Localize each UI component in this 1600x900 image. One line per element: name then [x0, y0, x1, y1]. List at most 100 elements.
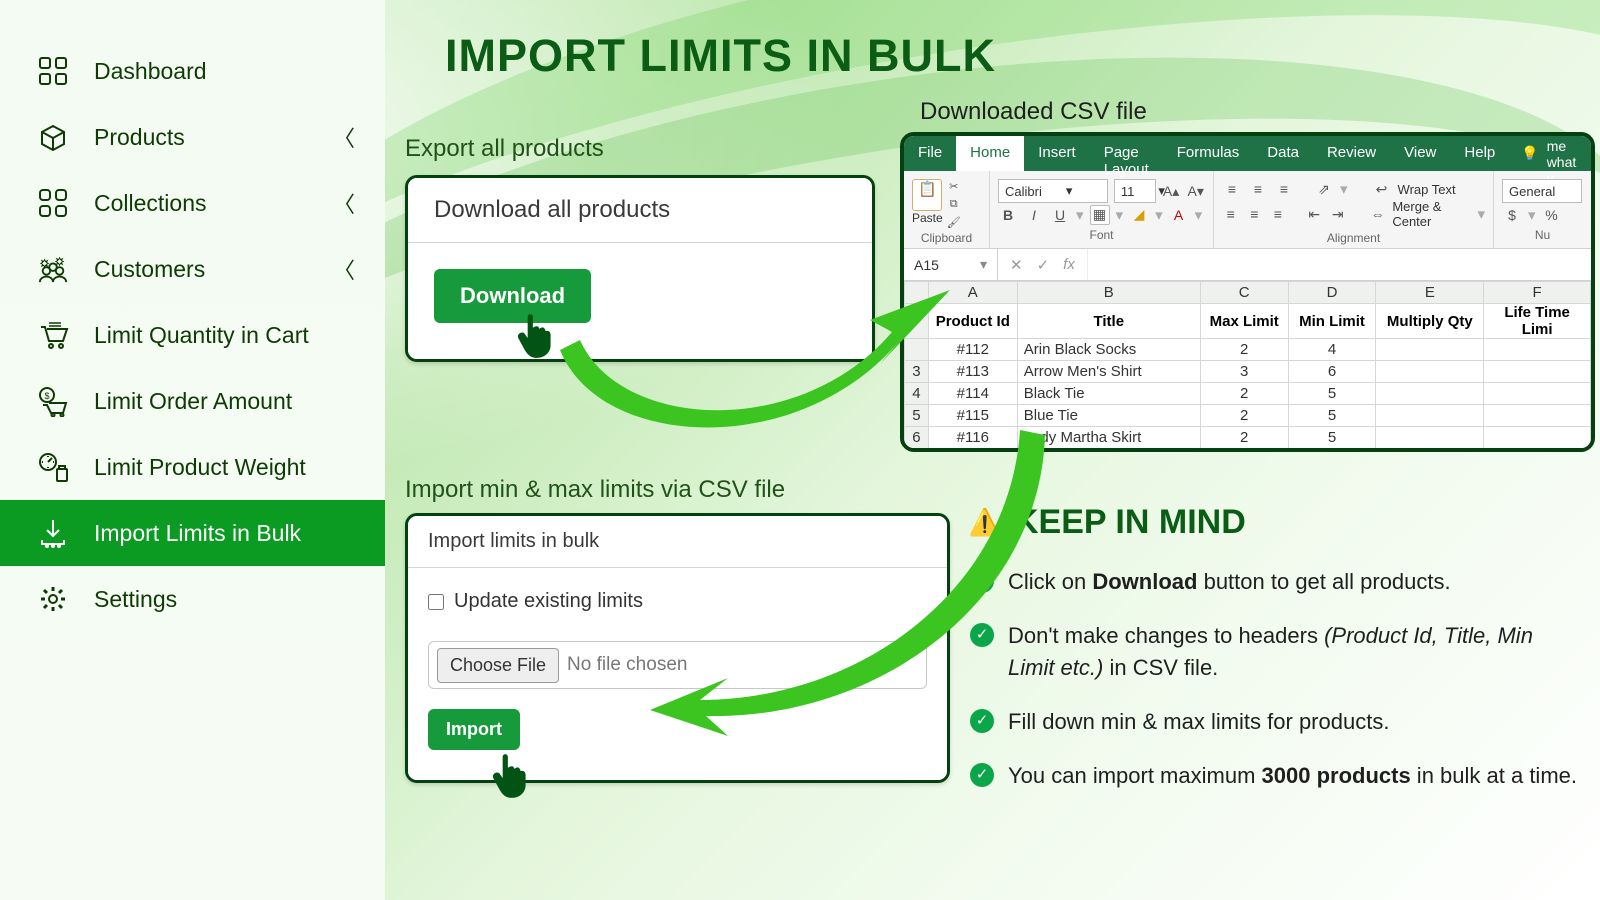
fx-icon[interactable]: fx [1063, 256, 1075, 273]
keep-in-mind-item: ✓You can import maximum 3000 products in… [970, 760, 1580, 792]
col-header[interactable]: F [1484, 282, 1591, 304]
keep-in-mind: ⚠️ KEEP IN MIND ✓Click on Download butto… [970, 503, 1580, 791]
cancel-formula-icon[interactable]: ✕ [1010, 256, 1023, 274]
keep-in-mind-item: ✓Fill down min & max limits for products… [970, 706, 1580, 738]
underline-icon[interactable]: U [1050, 205, 1070, 225]
dashboard-icon [34, 52, 72, 90]
import-button[interactable]: Import [428, 709, 520, 750]
table-header-cell[interactable]: Multiply Qty [1376, 304, 1484, 339]
col-header[interactable]: C [1200, 282, 1288, 304]
excel-caption: Downloaded CSV file [920, 98, 1147, 126]
export-section-label: Export all products [405, 135, 604, 163]
chevron-left-icon: 〈 [333, 121, 355, 153]
customers-icon [34, 250, 72, 288]
currency-icon[interactable]: $ [1502, 205, 1522, 225]
lightbulb-icon: 💡 [1521, 145, 1538, 162]
decrease-font-icon[interactable]: A▾ [1186, 181, 1205, 201]
excel-tab-formulas[interactable]: Formulas [1163, 136, 1254, 171]
sidebar: Dashboard Products 〈 Collections 〈 Customers〈… [0, 0, 385, 900]
sidebar-item-label: Limit Product Weight [94, 454, 306, 481]
excel-tab-view[interactable]: View [1390, 136, 1450, 171]
excel-ribbon-tabs: FileHomeInsertPage LayoutFormulasDataRev… [904, 136, 1591, 171]
sidebar-item-collections[interactable]: Collections 〈 [0, 170, 385, 236]
sidebar-item-label: Dashboard [94, 58, 207, 85]
arrow-excel-to-import [650, 420, 1050, 745]
cursor-hand-icon [490, 750, 532, 805]
table-row: 3#113Arrow Men's Shirt36 [905, 361, 1591, 383]
fill-color-icon[interactable]: ◢ [1129, 205, 1149, 225]
bold-icon[interactable]: B [998, 205, 1018, 225]
sidebar-item-label: Products [94, 124, 185, 151]
sidebar-item-label: Import Limits in Bulk [94, 520, 301, 547]
copy-icon[interactable]: ⧉ [947, 197, 961, 211]
excel-tab-data[interactable]: Data [1253, 136, 1313, 171]
export-card-title: Download all products [408, 178, 872, 243]
orientation-icon[interactable]: ⇗ [1314, 179, 1334, 199]
format-painter-icon[interactable]: 🖌 [947, 215, 961, 229]
choose-file-button[interactable]: Choose File [437, 648, 559, 683]
font-color-icon[interactable]: A [1169, 205, 1189, 225]
align-top-icon[interactable]: ≡ [1222, 179, 1242, 199]
excel-tab-insert[interactable]: Insert [1024, 136, 1090, 171]
col-header[interactable]: B [1017, 282, 1200, 304]
excel-tab-help[interactable]: Help [1450, 136, 1509, 171]
cursor-hand-icon [515, 310, 557, 365]
sidebar-item-customers[interactable]: Customers〈 [0, 236, 385, 302]
excel-ribbon: 📋 Paste ✂ ⧉ 🖌 Clipboard Calibri▾ 11▾ A▴ [904, 171, 1591, 249]
percent-icon[interactable]: % [1542, 205, 1562, 225]
align-center-icon[interactable]: ≡ [1246, 204, 1264, 224]
paste-icon[interactable]: 📋 [912, 179, 942, 211]
table-row: #112Arin Black Socks24 [905, 339, 1591, 361]
col-header[interactable]: E [1376, 282, 1484, 304]
ribbon-group-label: Nu [1502, 226, 1583, 244]
table-header-cell[interactable]: Life Time Limi [1484, 304, 1591, 339]
align-middle-icon[interactable]: ≡ [1248, 179, 1268, 199]
table-row: 4#114Black Tie25 [905, 383, 1591, 405]
ribbon-group-label: Clipboard [912, 229, 981, 247]
wrap-text-icon[interactable]: ↩ [1372, 179, 1392, 199]
cut-icon[interactable]: ✂ [947, 179, 961, 193]
align-bottom-icon[interactable]: ≡ [1274, 179, 1294, 199]
collections-icon [34, 184, 72, 222]
font-size-select[interactable]: 11▾ [1114, 179, 1156, 203]
merge-icon[interactable]: ⇔ [1369, 204, 1387, 224]
sidebar-item-limit-order-amount[interactable]: $Limit Order Amount [0, 368, 385, 434]
excel-tab-file[interactable]: File [904, 136, 956, 171]
merge-center-label[interactable]: Merge & Center [1392, 199, 1471, 229]
excel-tab-page-layout[interactable]: Page Layout [1090, 136, 1163, 171]
excel-formula-bar: A15▾ ✕ ✓ fx [904, 249, 1591, 281]
table-header-cell[interactable]: Title [1017, 304, 1200, 339]
sidebar-item-import-limits-in-bulk[interactable]: Import Limits in Bulk [0, 500, 385, 566]
decrease-indent-icon[interactable]: ⇤ [1305, 204, 1323, 224]
update-existing-checkbox[interactable] [428, 594, 444, 610]
number-format-select[interactable]: General [1502, 179, 1582, 203]
formula-input[interactable] [1088, 249, 1591, 280]
sidebar-item-products[interactable]: Products 〈 [0, 104, 385, 170]
italic-icon[interactable]: I [1024, 205, 1044, 225]
align-left-icon[interactable]: ≡ [1222, 204, 1240, 224]
excel-tab-review[interactable]: Review [1313, 136, 1390, 171]
sidebar-item-limit-product-weight[interactable]: Limit Product Weight [0, 434, 385, 500]
chevron-left-icon: 〈 [333, 187, 355, 219]
svg-text:$: $ [44, 391, 49, 401]
excel-window: FileHomeInsertPage LayoutFormulasDataRev… [900, 132, 1595, 452]
ribbon-group-label: Alignment [1222, 229, 1485, 247]
table-header-cell[interactable]: Max Limit [1200, 304, 1288, 339]
align-right-icon[interactable]: ≡ [1269, 204, 1287, 224]
page-title: IMPORT LIMITS IN BULK [445, 30, 996, 82]
borders-icon[interactable]: ▦ [1090, 205, 1110, 225]
sidebar-item-limit-quantity-in-cart[interactable]: Limit Quantity in Cart [0, 302, 385, 368]
enter-formula-icon[interactable]: ✓ [1037, 256, 1050, 274]
table-header-cell[interactable]: Min Limit [1288, 304, 1376, 339]
increase-font-icon[interactable]: A▴ [1162, 181, 1181, 201]
wrap-text-label[interactable]: Wrap Text [1398, 182, 1456, 197]
sidebar-item-label: Collections [94, 190, 207, 217]
cell-reference[interactable]: A15▾ [904, 249, 998, 280]
sidebar-item-dashboard[interactable]: Dashboard [0, 38, 385, 104]
import-icon [34, 514, 72, 552]
sidebar-item-settings[interactable]: Settings [0, 566, 385, 632]
col-header[interactable]: D [1288, 282, 1376, 304]
font-name-select[interactable]: Calibri▾ [998, 179, 1108, 203]
increase-indent-icon[interactable]: ⇥ [1329, 204, 1347, 224]
excel-tab-home[interactable]: Home [956, 136, 1024, 171]
